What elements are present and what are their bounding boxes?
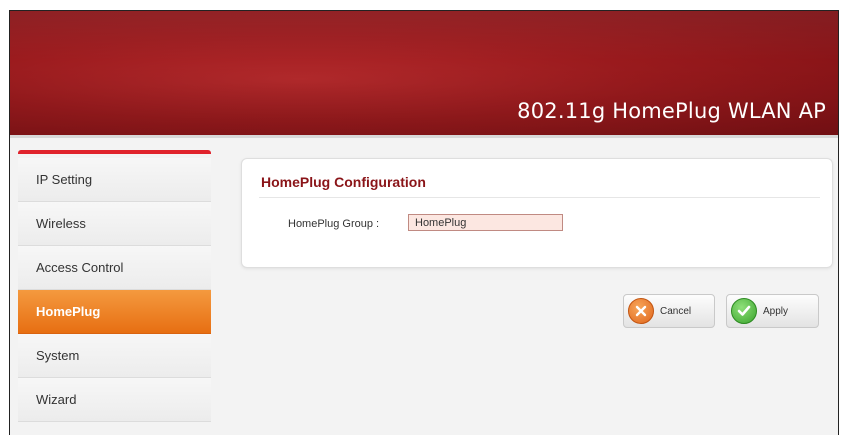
apply-button-label: Apply <box>763 305 789 317</box>
sidebar-item-ip-setting[interactable]: IP Setting <box>18 158 211 202</box>
sidebar-item-access-control[interactable]: Access Control <box>18 246 211 290</box>
panel-divider <box>259 197 820 198</box>
cancel-button-label: Cancel <box>660 305 692 317</box>
sidebar-item-wizard[interactable]: Wizard <box>18 378 211 422</box>
cancel-button[interactable]: Cancel <box>623 294 715 328</box>
app-window: 802.11g HomePlug WLAN AP IP Setting Wire… <box>9 10 839 435</box>
check-circle-icon <box>731 298 757 324</box>
header-banner: 802.11g HomePlug WLAN AP <box>10 11 838 138</box>
apply-button[interactable]: Apply <box>726 294 819 328</box>
x-circle-icon <box>628 298 654 324</box>
sidebar-item-homeplug[interactable]: HomePlug <box>18 290 211 334</box>
sidebar-item-system[interactable]: System <box>18 334 211 378</box>
sidebar-item-wireless[interactable]: Wireless <box>18 202 211 246</box>
panel-title: HomePlug Configuration <box>261 174 426 190</box>
sidebar: IP Setting Wireless Access Control HomeP… <box>18 150 211 435</box>
main-area: IP Setting Wireless Access Control HomeP… <box>10 138 838 435</box>
homeplug-config-panel: HomePlug Configuration HomePlug Group : <box>241 158 833 268</box>
product-title: 802.11g HomePlug WLAN AP <box>517 99 826 123</box>
homeplug-group-input[interactable] <box>408 214 563 231</box>
sidebar-accent-bar <box>18 150 211 154</box>
homeplug-group-label: HomePlug Group : <box>288 218 380 230</box>
